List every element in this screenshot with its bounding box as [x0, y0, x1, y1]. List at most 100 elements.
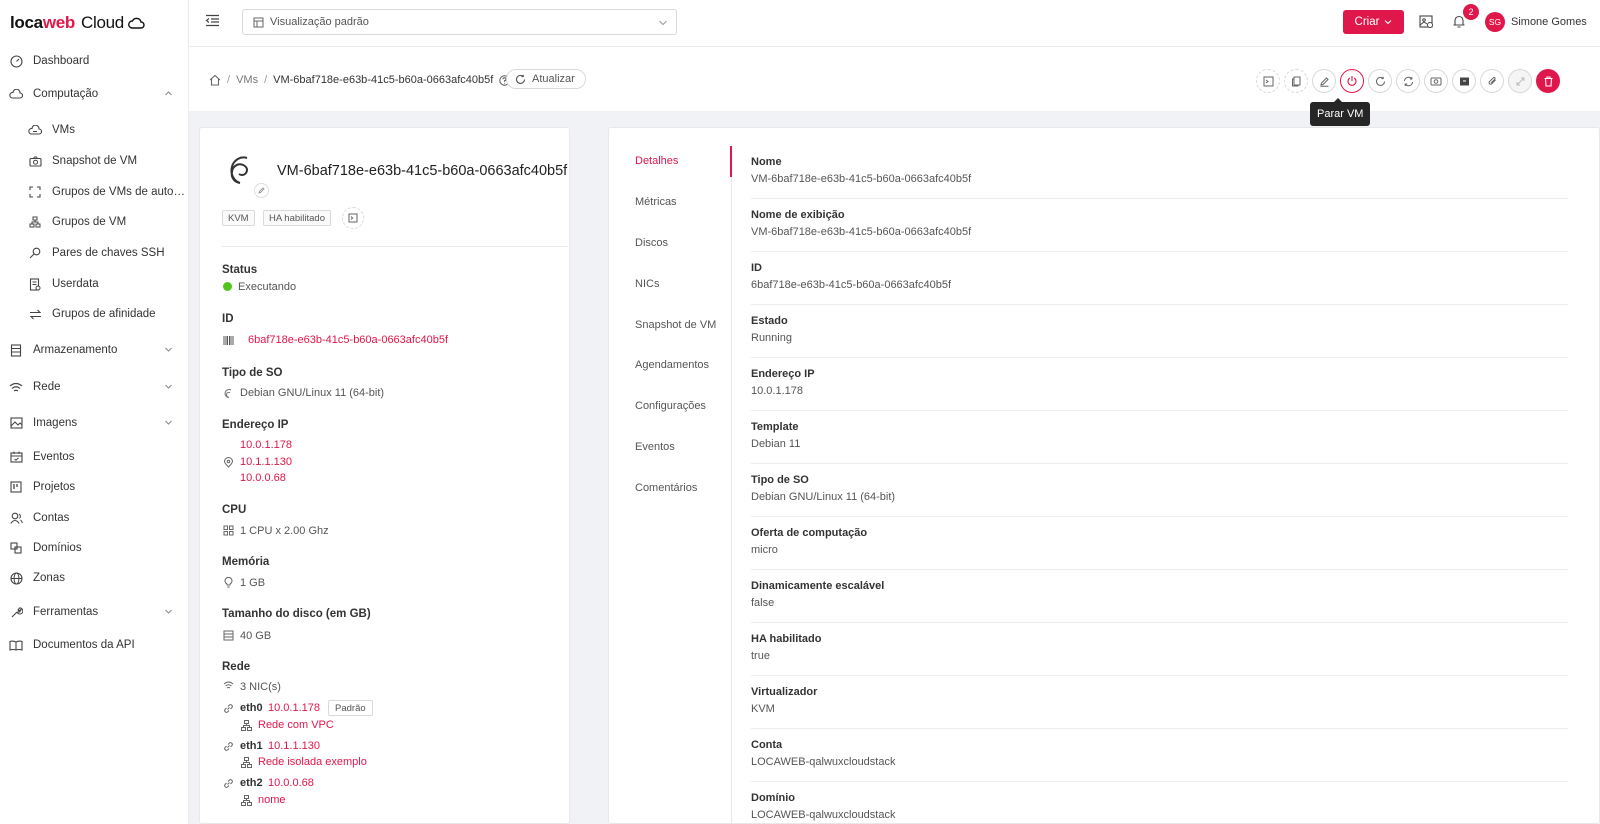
- detail-row: Nome de exibição VM-6baf718e-e63b-41c5-b6…: [751, 199, 1568, 252]
- sidebar-item-label: Userdata: [52, 278, 99, 290]
- detail-value: Debian 11: [751, 438, 801, 450]
- divider: [222, 246, 568, 247]
- avatar[interactable]: SG: [1485, 12, 1505, 32]
- default-badge: Padrão: [328, 700, 373, 716]
- nic-network[interactable]: Rede com VPC: [258, 719, 334, 731]
- block-icon: [9, 541, 23, 555]
- chevron-down-icon: [165, 609, 172, 614]
- sidebar-item-label: Rede: [33, 381, 61, 393]
- image-settings-icon[interactable]: [1419, 14, 1434, 29]
- network-label: Rede: [222, 661, 251, 673]
- stop-vm-button[interactable]: [1340, 69, 1364, 93]
- snapshot-button[interactable]: [1424, 69, 1448, 93]
- tab-metricas[interactable]: Métricas: [635, 196, 677, 208]
- link-icon: [224, 742, 233, 751]
- logo-web: web: [42, 13, 75, 32]
- sidebar-item-dominios[interactable]: Domínios: [0, 533, 189, 563]
- breadcrumb-vms[interactable]: VMs: [236, 74, 258, 86]
- backup-button[interactable]: [1452, 69, 1476, 93]
- console-button[interactable]: [1256, 69, 1280, 93]
- sidebar-item-api-docs[interactable]: Documentos da API: [0, 630, 189, 660]
- user-name[interactable]: Simone Gomes: [1511, 16, 1587, 28]
- copy-button[interactable]: [1284, 69, 1308, 93]
- tab-discos[interactable]: Discos: [635, 237, 668, 249]
- sidebar-item-imagens[interactable]: Imagens: [0, 408, 189, 438]
- detail-row: HA habilitado true: [751, 623, 1568, 676]
- tab-nics[interactable]: NICs: [635, 278, 659, 290]
- id-value[interactable]: 6baf718e-e63b-41c5-b60a-0663afc40b5f: [248, 334, 448, 346]
- sidebar-item-zonas[interactable]: Zonas: [0, 563, 189, 593]
- link-icon: [224, 704, 233, 713]
- refresh-label: Atualizar: [532, 73, 575, 85]
- tool-icon: [9, 605, 23, 619]
- ip-value[interactable]: 10.1.1.130: [240, 456, 292, 468]
- logo-cloud: Cloud: [81, 13, 124, 32]
- sidebar-item-computacao[interactable]: Computação: [0, 79, 189, 109]
- sidebar-item-armazenamento[interactable]: Armazenamento: [0, 335, 189, 365]
- nic-ip[interactable]: 10.0.0.68: [268, 777, 314, 789]
- menu-fold-icon[interactable]: [205, 14, 220, 27]
- edit-name-button[interactable]: [254, 183, 269, 198]
- detail-value: 10.0.1.178: [751, 385, 803, 397]
- sidebar-item-label: VMs: [52, 124, 75, 136]
- sidebar-item-vms[interactable]: VMs: [0, 115, 189, 145]
- breadcrumb-current: VM-6baf718e-e63b-41c5-b60a-0663afc40b5f: [273, 74, 494, 86]
- sidebar-item-eventos[interactable]: Eventos: [0, 442, 189, 472]
- reinstall-button[interactable]: [1396, 69, 1420, 93]
- layout-icon: [253, 17, 264, 27]
- nic-count: 3 NIC(s): [240, 681, 281, 693]
- attach-button[interactable]: [1480, 69, 1504, 93]
- sidebar-item-projetos[interactable]: Projetos: [0, 472, 189, 502]
- vm-summary-card: VM-6baf718e-e63b-41c5-b60a-0663afc40b5f …: [199, 127, 570, 824]
- tab-detalhes[interactable]: Detalhes: [635, 155, 678, 167]
- wifi-icon: [9, 380, 23, 394]
- refresh-button[interactable]: Atualizar: [506, 69, 586, 89]
- tab-snapshot[interactable]: Snapshot de VM: [635, 319, 716, 331]
- sidebar-item-dashboard[interactable]: Dashboard: [0, 46, 189, 76]
- detail-key: Virtualizador: [751, 686, 818, 698]
- edit-button[interactable]: [1312, 69, 1336, 93]
- sidebar-item-autoscale[interactable]: Grupos de VMs de auto…: [0, 177, 189, 207]
- create-button[interactable]: Criar: [1343, 10, 1404, 34]
- status-label: Status: [222, 264, 258, 276]
- tag-hypervisor: KVM: [222, 210, 255, 226]
- sidebar-item-userdata[interactable]: Userdata: [0, 269, 189, 299]
- sidebar-item-contas[interactable]: Contas: [0, 503, 189, 533]
- sidebar-item-label: Armazenamento: [33, 344, 118, 356]
- detail-row: Domínio LOCAWEB-qalwuxcloudstack: [751, 782, 1568, 824]
- detail-row: ID 6baf718e-e63b-41c5-b60a-0663afc40b5f: [751, 252, 1568, 305]
- sidebar-item-label: Computação: [33, 88, 99, 100]
- detail-value: true: [751, 650, 770, 662]
- sidebar-item-ssh-keys[interactable]: Pares de chaves SSH: [0, 238, 189, 268]
- nic-network[interactable]: Rede isolada exemplo: [258, 756, 367, 768]
- nic-network[interactable]: nome: [258, 794, 286, 806]
- migrate-button[interactable]: [1508, 69, 1532, 93]
- tab-eventos[interactable]: Eventos: [635, 441, 675, 453]
- tab-agendamentos[interactable]: Agendamentos: [635, 359, 709, 371]
- sidebar-item-snapshot[interactable]: Snapshot de VM: [0, 146, 189, 176]
- tab-configuracoes[interactable]: Configurações: [635, 400, 706, 412]
- detail-key: Nome: [751, 156, 782, 168]
- console-button[interactable]: [342, 207, 364, 229]
- sidebar-item-vm-groups[interactable]: Grupos de VM: [0, 207, 189, 237]
- reboot-button[interactable]: [1368, 69, 1392, 93]
- power-icon: [1347, 76, 1357, 86]
- tab-comentarios[interactable]: Comentários: [635, 482, 697, 494]
- nic-ip[interactable]: 10.0.1.178: [268, 702, 320, 714]
- view-select[interactable]: Visualização padrão: [242, 9, 677, 35]
- sidebar-item-label: Grupos de VMs de auto…: [52, 186, 185, 198]
- sidebar-item-rede[interactable]: Rede: [0, 372, 189, 402]
- detail-row: Estado Running: [751, 305, 1568, 358]
- home-icon[interactable]: [209, 74, 221, 86]
- os-label: Tipo de SO: [222, 367, 283, 379]
- sidebar-item-ferramentas[interactable]: Ferramentas: [0, 597, 189, 627]
- ip-value[interactable]: 10.0.1.178: [240, 439, 292, 451]
- detail-key: HA habilitado: [751, 633, 822, 645]
- paperclip-icon: [1488, 76, 1496, 85]
- sidebar-item-affinity[interactable]: Grupos de afinidade: [0, 299, 189, 329]
- chevron-down-icon: [165, 420, 172, 425]
- ip-value[interactable]: 10.0.0.68: [240, 472, 286, 484]
- nic-ip[interactable]: 10.1.1.130: [268, 740, 320, 752]
- logo[interactable]: loca web Cloud: [0, 0, 188, 46]
- delete-button[interactable]: [1536, 69, 1560, 93]
